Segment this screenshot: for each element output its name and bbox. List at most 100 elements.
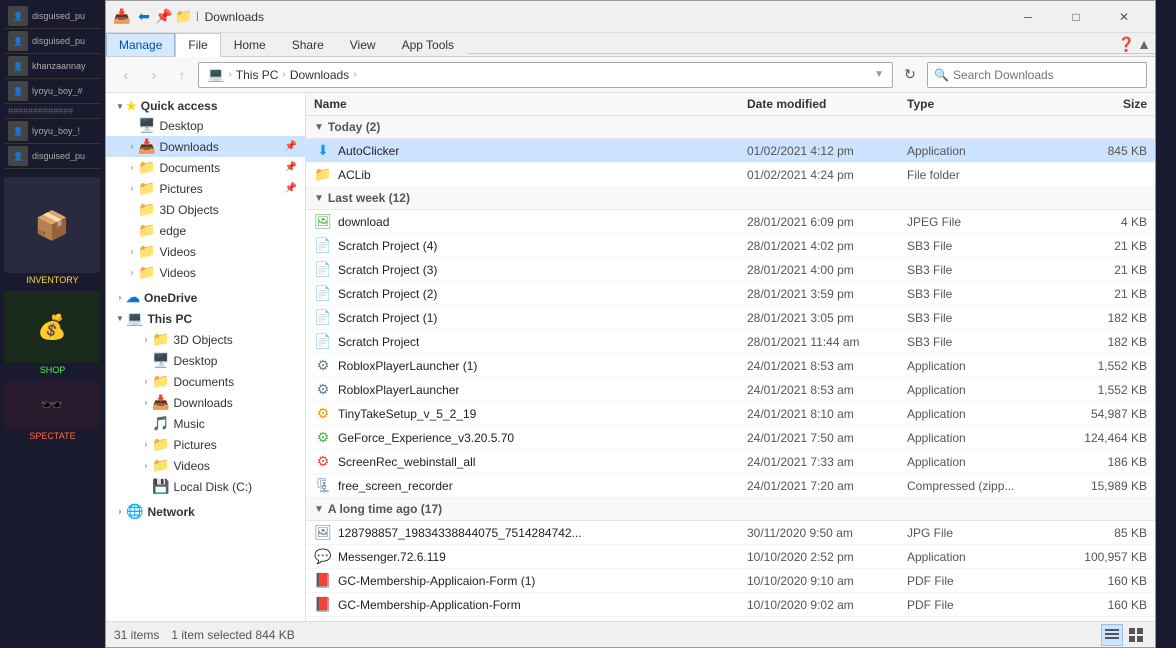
file-date: 10/10/2020 9:10 am [747,574,907,588]
expand-icon[interactable] [126,204,138,216]
expand-icon[interactable] [140,355,152,367]
tab-file[interactable]: File [175,33,220,57]
folder-small-icon[interactable]: 📁 [176,9,192,25]
expand-icon[interactable]: › [140,334,152,346]
sidebar-item-videos2-quick[interactable]: › 📁 Videos [106,262,305,283]
column-name[interactable]: Name [314,97,747,111]
expand-icon[interactable]: › [126,183,138,195]
address-path[interactable]: 💻 › This PC › Downloads › ▼ [198,62,893,88]
pin-icon[interactable]: 📌 [156,9,172,25]
expand-icon[interactable]: › [140,376,152,388]
dropdown-arrow-icon[interactable]: ▼ [874,69,884,80]
table-row[interactable]: 🖼 download 28/01/2021 6:09 pm JPEG File … [306,210,1155,234]
expand-icon[interactable] [126,120,138,132]
network-expand-icon[interactable]: › [114,506,126,518]
expand-icon[interactable]: › [126,267,138,279]
expand-icon[interactable]: › [126,141,138,153]
onedrive-header[interactable]: › ☁ OneDrive [106,287,305,308]
sidebar-item-pictures[interactable]: › 📁 Pictures [106,434,305,455]
thispc-header[interactable]: ▼ 💻 This PC [106,308,305,329]
sidebar-item-desktop[interactable]: 🖥️ Desktop [106,350,305,371]
sidebar-item-documents[interactable]: › 📁 Documents [106,371,305,392]
table-row[interactable]: 🗜 free_screen_recorder 24/01/2021 7:20 a… [306,474,1155,498]
sidebar-item-videos[interactable]: › 📁 Videos [106,455,305,476]
table-row[interactable]: ⚙ RobloxPlayerLauncher (1) 24/01/2021 8:… [306,354,1155,378]
table-row[interactable]: ⚙ GeForce_Experience_v3.20.5.70 24/01/20… [306,426,1155,450]
refresh-button[interactable]: ↻ [897,62,923,88]
forward-button[interactable]: › [142,63,166,87]
details-view-button[interactable] [1101,624,1123,646]
table-row[interactable]: ⚙ TinyTakeSetup_v_5_2_19 24/01/2021 8:10… [306,402,1155,426]
tab-share[interactable]: Share [279,33,337,56]
table-row[interactable]: 🖼 128798857_19834338844075_7514284742...… [306,521,1155,545]
maximize-button[interactable]: □ [1053,5,1099,29]
tab-view[interactable]: View [337,33,389,56]
sidebar-item-music[interactable]: 🎵 Music [106,413,305,434]
column-date[interactable]: Date modified [747,97,907,111]
group-lastweek[interactable]: ▼ Last week (12) [306,187,1155,210]
expand-icon[interactable]: › [126,162,138,174]
file-name: GC-Membership-Applicaion-Form (1) [338,574,535,588]
table-row[interactable]: 💬 Messenger.72.6.119 10/10/2020 2:52 pm … [306,545,1155,569]
file-name-cell: 📄 Scratch Project (1) [314,309,747,326]
path-downloads[interactable]: Downloads [290,68,349,82]
sidebar-item-localdisk[interactable]: 💾 Local Disk (C:) [106,476,305,497]
minimize-button[interactable]: ─ [1005,5,1051,29]
quick-access-expand-icon[interactable]: ▼ [114,100,126,112]
table-row[interactable]: 📄 Scratch Project (2) 28/01/2021 3:59 pm… [306,282,1155,306]
group-toggle-icon[interactable]: ▼ [314,193,324,204]
sidebar-item-edge-quick[interactable]: 📁 edge [106,220,305,241]
file-list[interactable]: Name Date modified Type Size ▼ Today (2)… [306,93,1155,621]
close-button[interactable]: ✕ [1101,5,1147,29]
network-header[interactable]: › 🌐 Network [106,501,305,522]
table-row[interactable]: 📕 GC-Membership-Application-Form 10/10/2… [306,593,1155,617]
expand-icon[interactable]: › [140,397,152,409]
sidebar-item-desktop-quick[interactable]: 🖥️ Desktop [106,115,305,136]
table-row[interactable]: ⚙ ScreenRec_webinstall_all 24/01/2021 7:… [306,450,1155,474]
expand-icon[interactable]: › [126,246,138,258]
table-row[interactable]: 📁 ACLib 01/02/2021 4:24 pm File folder [306,163,1155,187]
group-toggle-icon[interactable]: ▼ [314,122,324,133]
group-toggle-icon[interactable]: ▼ [314,504,324,515]
group-longago[interactable]: ▼ A long time ago (17) [306,498,1155,521]
table-row[interactable]: 📄 Scratch Project (4) 28/01/2021 4:02 pm… [306,234,1155,258]
table-row[interactable]: 📕 GC-Membership-Applicaion-Form (1) 10/1… [306,569,1155,593]
sidebar-item-videos-quick[interactable]: › 📁 Videos [106,241,305,262]
sidebar-item-3dobjects-quick[interactable]: 📁 3D Objects [106,199,305,220]
back-button[interactable]: ‹ [114,63,138,87]
help-icon[interactable]: ❓ [1118,36,1135,53]
expand-icon[interactable] [140,481,152,493]
sidebar-item-pictures-quick[interactable]: › 📁 Pictures 📌 [106,178,305,199]
quick-access-header[interactable]: ▼ ★ Quick access [106,97,305,115]
thispc-expand-icon[interactable]: ▼ [114,313,126,325]
expand-ribbon-icon[interactable]: ▲ [1137,36,1151,52]
large-icons-button[interactable] [1125,624,1147,646]
expand-icon[interactable] [126,225,138,237]
sidebar-item-documents-quick[interactable]: › 📁 Documents 📌 [106,157,305,178]
group-today[interactable]: ▼ Today (2) [306,116,1155,139]
sidebar-item-downloads-quick[interactable]: › 📥 Downloads 📌 [106,136,305,157]
table-row[interactable]: ⬇ AutoClicker 01/02/2021 4:12 pm Applica… [306,139,1155,163]
expand-icon[interactable]: › [140,460,152,472]
table-row[interactable]: 📄 Scratch Project 28/01/2021 11:44 am SB… [306,330,1155,354]
onedrive-expand-icon[interactable]: › [114,292,126,304]
column-size[interactable]: Size [1057,97,1147,111]
back-arrow-icon[interactable]: ⬅ [136,9,152,25]
path-this-pc[interactable]: This PC [236,68,279,82]
search-box[interactable]: 🔍 [927,62,1147,88]
up-button[interactable]: ↑ [170,63,194,87]
tab-manage[interactable]: Manage [106,33,175,56]
file-name: ScreenRec_webinstall_all [338,455,475,469]
expand-icon[interactable]: › [140,439,152,451]
column-type[interactable]: Type [907,97,1057,111]
app-icon: ⚙ [314,429,332,446]
tab-app-tools[interactable]: App Tools [389,33,467,56]
table-row[interactable]: 📄 Scratch Project (3) 28/01/2021 4:00 pm… [306,258,1155,282]
sidebar-item-3dobjects[interactable]: › 📁 3D Objects [106,329,305,350]
table-row[interactable]: 📄 Scratch Project (1) 28/01/2021 3:05 pm… [306,306,1155,330]
search-input[interactable] [953,68,1140,82]
tab-home[interactable]: Home [221,33,279,56]
table-row[interactable]: ⚙ RobloxPlayerLauncher 24/01/2021 8:53 a… [306,378,1155,402]
expand-icon[interactable] [140,418,152,430]
sidebar-item-downloads[interactable]: › 📥 Downloads [106,392,305,413]
